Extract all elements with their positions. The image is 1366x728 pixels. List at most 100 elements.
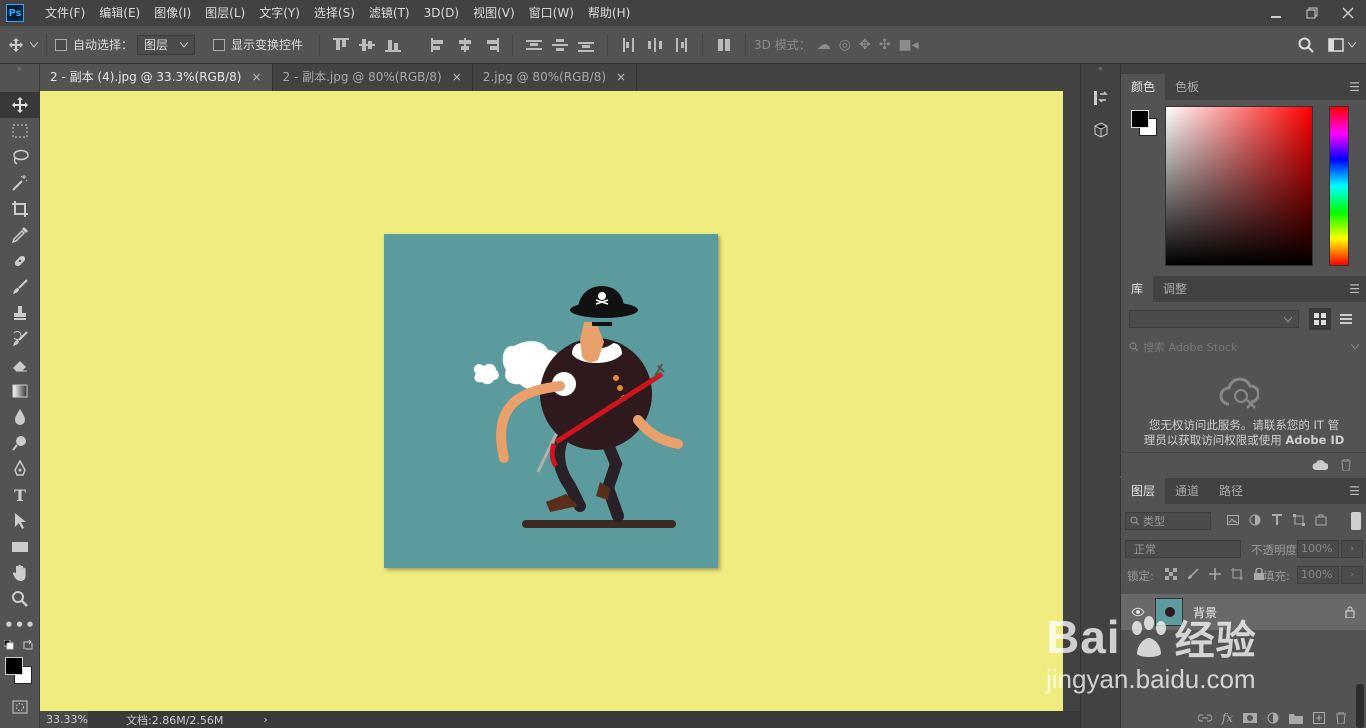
blur-tool[interactable] — [0, 404, 40, 430]
tab-close-icon[interactable]: × — [616, 70, 626, 84]
tab-adjustments[interactable]: 调整 — [1153, 276, 1197, 302]
type-tool[interactable]: T — [0, 482, 40, 508]
path-selection-tool[interactable] — [0, 508, 40, 534]
align-right-icon[interactable] — [483, 37, 500, 52]
marquee-tool[interactable] — [0, 118, 40, 144]
zoom-level[interactable]: 33.33% — [40, 711, 88, 728]
adjustment-filter-icon[interactable] — [1249, 514, 1261, 526]
menu-help[interactable]: 帮助(H) — [581, 0, 637, 26]
lock-artboard-icon[interactable] — [1231, 568, 1243, 580]
status-menu-arrow[interactable]: › — [263, 713, 267, 726]
pixel-filter-icon[interactable] — [1227, 514, 1239, 526]
menu-file[interactable]: 文件(F) — [38, 0, 92, 26]
default-colors-icon[interactable] — [4, 640, 14, 650]
pen-tool[interactable] — [0, 456, 40, 482]
lasso-tool[interactable] — [0, 144, 40, 170]
opacity-field[interactable]: 100% — [1297, 540, 1339, 558]
fg-color-chip[interactable] — [1131, 110, 1149, 128]
3d-roll-icon[interactable]: ◎ — [839, 37, 851, 53]
tab-close-icon[interactable]: × — [452, 70, 462, 84]
move-tool[interactable] — [0, 92, 40, 118]
menu-type[interactable]: 文字(Y) — [252, 0, 307, 26]
adjustment-layer-icon[interactable] — [1267, 712, 1279, 724]
swap-colors-icon[interactable] — [22, 639, 34, 651]
3d-pan-icon[interactable]: ✥ — [859, 37, 871, 53]
auto-select-checkbox[interactable] — [55, 38, 67, 51]
distribute-left-icon[interactable] — [621, 37, 637, 52]
delete-layer-icon[interactable] — [1335, 712, 1347, 724]
3d-slide-icon[interactable]: ✣ — [879, 37, 891, 53]
menu-window[interactable]: 窗口(W) — [522, 0, 581, 26]
blend-mode-dropdown[interactable]: 正常 — [1125, 540, 1241, 558]
panel-menu-icon[interactable]: ☰ — [1349, 282, 1360, 296]
menu-3d[interactable]: 3D(D) — [417, 0, 466, 26]
align-left-icon[interactable] — [431, 37, 447, 52]
tab-color[interactable]: 颜色 — [1121, 74, 1166, 100]
align-hcenter-icon[interactable] — [457, 37, 473, 52]
show-transform-checkbox[interactable] — [213, 38, 226, 51]
filter-toggle[interactable] — [1351, 512, 1361, 530]
tab-document-3[interactable]: 2.jpg @ 80%(RGB/8) × — [473, 64, 638, 91]
3d-orbit-icon[interactable]: ☁ — [817, 37, 831, 53]
add-mask-icon[interactable] — [1243, 713, 1257, 723]
3d-camera-icon[interactable]: ■◂ — [898, 37, 918, 53]
opacity-dropdown-arrow[interactable]: › — [1341, 540, 1363, 558]
3d-panel-button[interactable] — [1086, 116, 1116, 144]
align-top-icon[interactable] — [333, 37, 350, 52]
auto-select-dropdown[interactable]: 图层 — [137, 34, 196, 55]
more-tools[interactable]: ••• — [0, 612, 40, 638]
history-brush-tool[interactable] — [0, 326, 40, 352]
stamp-tool[interactable] — [0, 300, 40, 326]
lock-transparent-icon[interactable] — [1165, 568, 1177, 580]
fx-icon[interactable]: fx — [1222, 711, 1233, 725]
new-layer-icon[interactable] — [1313, 712, 1325, 724]
tab-channels[interactable]: 通道 — [1165, 478, 1209, 504]
distribute-top-icon[interactable] — [526, 38, 543, 52]
cloud-sync-icon[interactable] — [1312, 459, 1328, 471]
lock-position-icon[interactable] — [1209, 568, 1221, 580]
tab-paths[interactable]: 路径 — [1209, 478, 1253, 504]
tab-close-icon[interactable]: × — [251, 70, 261, 84]
color-field[interactable] — [1165, 106, 1313, 266]
hand-tool[interactable] — [0, 560, 40, 586]
restore-button[interactable] — [1294, 0, 1330, 26]
hue-slider[interactable] — [1329, 106, 1349, 266]
list-view-button[interactable] — [1335, 308, 1357, 330]
type-filter-icon[interactable] — [1271, 514, 1283, 526]
auto-align-icon[interactable] — [716, 38, 732, 52]
menu-edit[interactable]: 编辑(E) — [92, 0, 147, 26]
history-panel-button[interactable] — [1086, 84, 1116, 112]
link-layers-icon[interactable] — [1197, 713, 1212, 723]
eye-icon[interactable] — [1131, 607, 1145, 617]
gradient-tool[interactable] — [0, 378, 40, 404]
workspace-switcher[interactable] — [1328, 38, 1356, 52]
grid-view-button[interactable] — [1309, 308, 1331, 330]
eraser-tool[interactable] — [0, 352, 40, 378]
smart-object-filter-icon[interactable] — [1315, 514, 1327, 526]
distribute-right-icon[interactable] — [673, 37, 689, 52]
lock-pixels-icon[interactable] — [1187, 568, 1199, 580]
eyedropper-tool[interactable] — [0, 222, 40, 248]
stock-search-field[interactable]: 搜索 Adobe Stock — [1129, 338, 1359, 356]
dodge-tool[interactable] — [0, 430, 40, 456]
menu-view[interactable]: 视图(V) — [466, 0, 522, 26]
menu-filter[interactable]: 滤镜(T) — [362, 0, 417, 26]
layer-name[interactable]: 背景 — [1193, 604, 1217, 621]
tab-layers[interactable]: 图层 — [1121, 478, 1166, 504]
distribute-hcenter-icon[interactable] — [647, 37, 663, 52]
panel-menu-icon[interactable]: ☰ — [1349, 80, 1360, 94]
crop-tool[interactable] — [0, 196, 40, 222]
align-vcenter-icon[interactable] — [359, 38, 376, 52]
menu-select[interactable]: 选择(S) — [307, 0, 362, 26]
collapse-arrows-icon[interactable]: » — [0, 64, 39, 73]
trash-icon[interactable] — [1340, 458, 1352, 471]
collapse-arrows-icon[interactable]: « — [1081, 64, 1120, 74]
layer-row[interactable]: 背景 — [1121, 594, 1366, 630]
brush-tool[interactable] — [0, 274, 40, 300]
tab-swatches[interactable]: 色板 — [1165, 74, 1209, 100]
zoom-tool[interactable] — [0, 586, 40, 612]
document-canvas[interactable] — [384, 234, 718, 568]
distribute-vcenter-icon[interactable] — [552, 38, 569, 52]
foreground-color-swatch[interactable] — [5, 657, 23, 675]
new-group-icon[interactable] — [1289, 712, 1303, 724]
